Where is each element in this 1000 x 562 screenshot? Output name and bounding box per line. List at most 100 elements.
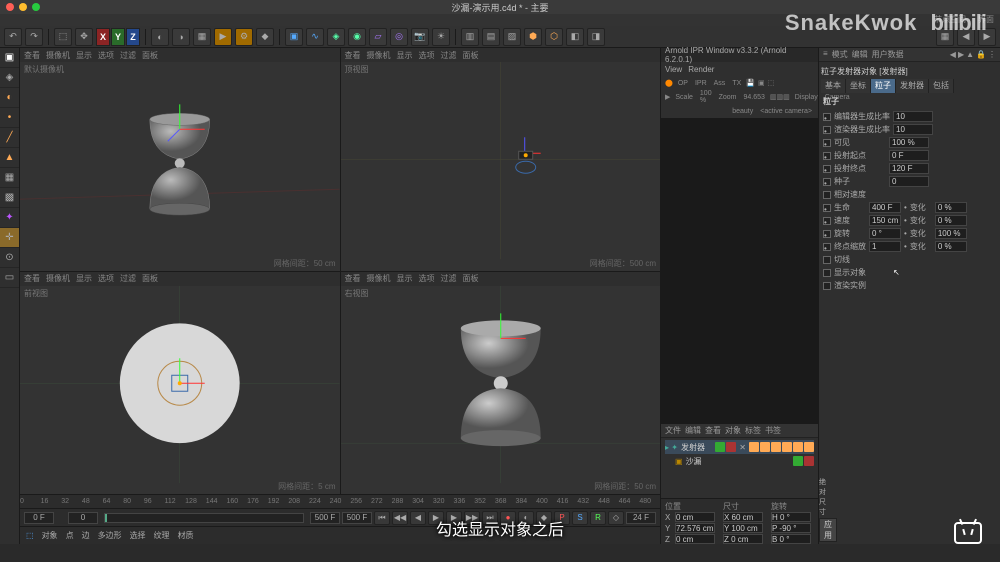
timeline-tick[interactable]: 480 xyxy=(639,495,651,508)
layout-icon[interactable]: ▦ xyxy=(936,28,954,46)
timeline-tick[interactable]: 432 xyxy=(577,495,589,508)
om-tab[interactable]: 标签 xyxy=(745,425,761,436)
point-mode-icon[interactable]: • xyxy=(0,108,19,128)
attr-menu[interactable]: 用户数据 xyxy=(872,49,904,60)
tweak-icon[interactable]: ✦ xyxy=(0,208,19,228)
viewport-front[interactable]: 查看 摄像机 显示 选项 过滤 面板 前视图 xyxy=(20,272,340,495)
attr-menu[interactable]: 编辑 xyxy=(852,49,868,60)
param-field[interactable] xyxy=(869,228,901,239)
end-frame-field[interactable] xyxy=(310,512,340,524)
param-field[interactable] xyxy=(935,241,967,252)
arnold-op-btn[interactable]: OP xyxy=(676,80,690,87)
fps-field[interactable] xyxy=(626,512,656,524)
scale-value[interactable]: 100 % xyxy=(698,90,714,104)
axis-lock[interactable]: X Y Z xyxy=(96,28,140,46)
vp-menu[interactable]: 显示 xyxy=(76,273,92,284)
timeline-tick[interactable]: 384 xyxy=(515,495,527,508)
tool-icon[interactable]: ▥ xyxy=(461,28,479,46)
tool-icon[interactable]: ▩ xyxy=(0,188,19,208)
param-field[interactable] xyxy=(889,137,929,148)
crop-icon[interactable]: ▣ xyxy=(758,79,765,87)
prev-frame-icon[interactable]: ◀ xyxy=(410,511,426,525)
tab-coord[interactable]: 坐标 xyxy=(846,79,871,93)
param-field[interactable] xyxy=(889,150,929,161)
render-settings-icon[interactable]: ⚙ xyxy=(235,28,253,46)
tag-icon[interactable] xyxy=(804,442,814,452)
param-field[interactable] xyxy=(935,202,967,213)
zoom-value[interactable]: 94.653 xyxy=(742,94,767,101)
tab-particle[interactable]: 粒子 xyxy=(871,79,896,93)
vp-menu[interactable]: 过滤 xyxy=(441,50,457,61)
axis-icon[interactable]: ✛ xyxy=(0,228,19,248)
model-mode-icon[interactable]: ▣ xyxy=(0,48,19,68)
timeline-slider[interactable] xyxy=(104,513,304,523)
timeline-tick[interactable]: 64 xyxy=(103,495,111,508)
viewport-right[interactable]: 查看 摄像机 显示 选项 过滤 面板 右视图 xyxy=(341,272,661,495)
tool-icon[interactable]: ◆ xyxy=(256,28,274,46)
vp-menu[interactable]: 选项 xyxy=(419,273,435,284)
arnold-tab-render[interactable]: Render xyxy=(688,65,714,74)
timeline-tick[interactable]: 256 xyxy=(350,495,362,508)
move-icon[interactable]: ✥ xyxy=(75,28,93,46)
cube-primitive-icon[interactable]: ▣ xyxy=(285,28,303,46)
timeline-tick[interactable]: 128 xyxy=(185,495,197,508)
start-frame-field[interactable] xyxy=(24,512,54,524)
nav-back-icon[interactable]: ◀ xyxy=(950,50,956,59)
timeline-tick[interactable]: 416 xyxy=(557,495,569,508)
size-y[interactable] xyxy=(723,523,763,533)
size-z[interactable] xyxy=(723,534,763,544)
om-tab[interactable]: 对象 xyxy=(725,425,741,436)
light-icon[interactable]: ☀ xyxy=(432,28,450,46)
rot-b[interactable] xyxy=(771,534,811,544)
playhead-icon[interactable] xyxy=(105,514,107,522)
checkbox[interactable] xyxy=(823,191,831,199)
param-field[interactable] xyxy=(935,215,967,226)
vp-menu[interactable]: 过滤 xyxy=(441,273,457,284)
tool-icon[interactable]: ▦ xyxy=(193,28,211,46)
nav-right-icon[interactable]: ▶ xyxy=(978,28,996,46)
vp-menu[interactable]: 查看 xyxy=(345,273,361,284)
timeline-tick[interactable]: 80 xyxy=(123,495,131,508)
tab-basic[interactable]: 基本 xyxy=(821,79,846,93)
snap-icon[interactable]: ⊙ xyxy=(0,248,19,268)
attr-menu[interactable]: 模式 xyxy=(832,49,848,60)
workplane-icon[interactable]: ▭ xyxy=(0,268,19,288)
vp-menu[interactable]: 查看 xyxy=(24,273,40,284)
min-dot[interactable] xyxy=(19,3,27,11)
rot-h[interactable] xyxy=(771,512,811,522)
vp-menu[interactable]: 面板 xyxy=(463,273,479,284)
param-field[interactable] xyxy=(893,111,933,122)
timeline-tick[interactable]: 320 xyxy=(433,495,445,508)
tag-icon[interactable] xyxy=(760,442,770,452)
key-param-icon[interactable]: ◇ xyxy=(608,511,624,525)
mode-item[interactable]: 选择 xyxy=(130,530,146,541)
object-tree[interactable]: ▸ ✦发射器 ✕ ▣沙漏 xyxy=(661,438,818,498)
timeline-tick[interactable]: 32 xyxy=(61,495,69,508)
size-x[interactable] xyxy=(723,512,763,522)
vp-menu[interactable]: 显示 xyxy=(76,50,92,61)
timeline-tick[interactable]: 160 xyxy=(226,495,238,508)
vp-menu[interactable]: 显示 xyxy=(397,273,413,284)
menu-icon[interactable]: ⋮ xyxy=(988,50,996,59)
vp-menu[interactable]: 摄像机 xyxy=(367,273,391,284)
tab-emitter[interactable]: 发射器 xyxy=(896,79,929,93)
tool-icon[interactable]: ◑ xyxy=(172,28,190,46)
timeline-tick[interactable]: 240 xyxy=(330,495,342,508)
vp-menu[interactable]: 摄像机 xyxy=(367,50,391,61)
checkbox-show-object[interactable] xyxy=(823,269,831,277)
checkbox[interactable] xyxy=(823,256,831,264)
timeline-tick[interactable]: 224 xyxy=(309,495,321,508)
max-dot[interactable] xyxy=(32,3,40,11)
generator-icon[interactable]: ◈ xyxy=(327,28,345,46)
timeline-tick[interactable]: 352 xyxy=(474,495,486,508)
arnold-ipr-btn[interactable]: IPR xyxy=(693,80,709,87)
current-frame-field[interactable] xyxy=(68,512,98,524)
vp-menu[interactable]: 面板 xyxy=(142,273,158,284)
param-field[interactable] xyxy=(869,215,901,226)
mograph-icon[interactable]: ⬢ xyxy=(524,28,542,46)
tool-icon[interactable]: ▤ xyxy=(482,28,500,46)
camera-icon[interactable]: 📷 xyxy=(411,28,429,46)
nav-fwd-icon[interactable]: ▶ xyxy=(958,50,964,59)
om-tab[interactable]: 文件 xyxy=(665,425,681,436)
viewport-perspective[interactable]: 查看 摄像机 显示 选项 过滤 面板 默认摄像机 xyxy=(20,48,340,271)
